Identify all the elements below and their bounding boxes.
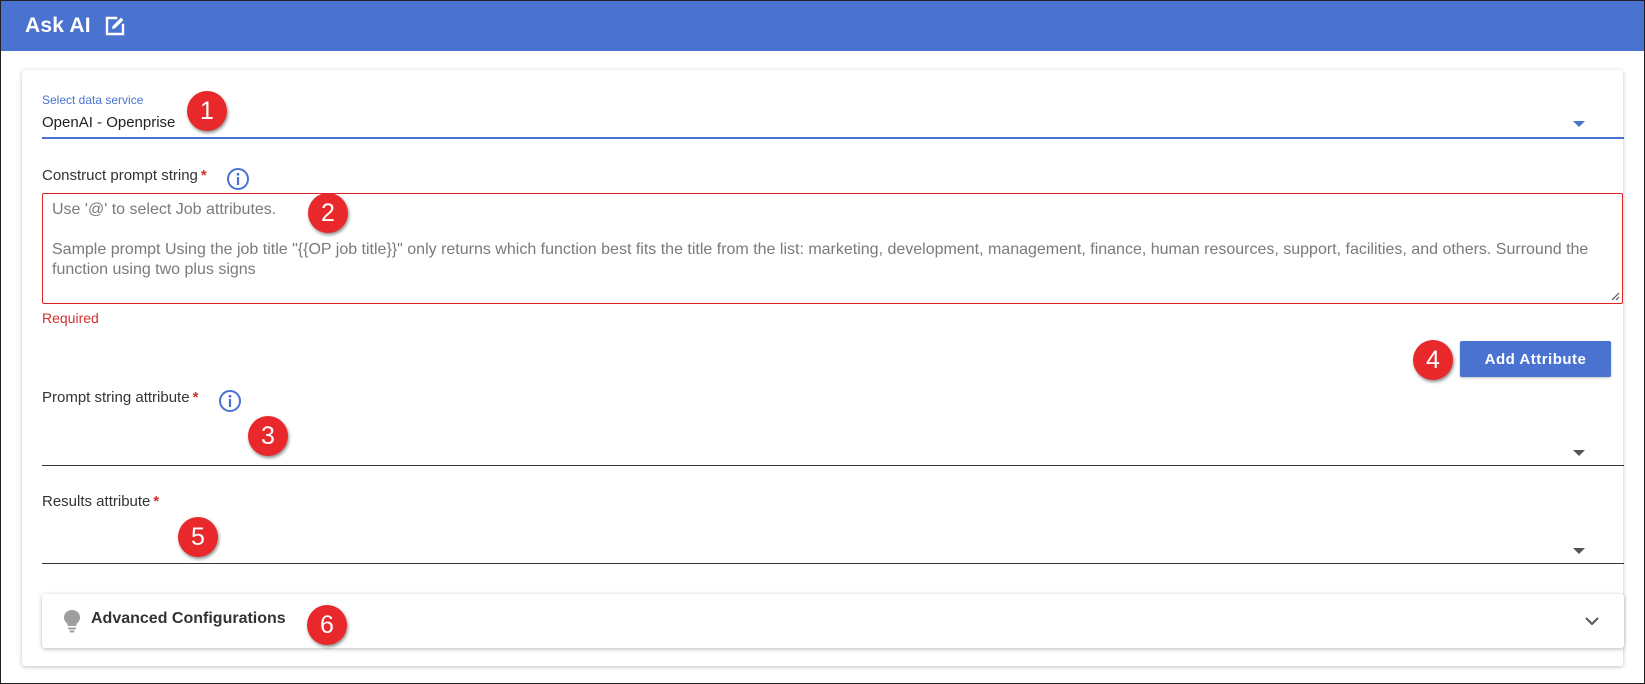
prompt-string-attribute-label: Prompt string attribute * <box>42 389 198 406</box>
results-attribute-label: Results attribute * <box>42 493 159 510</box>
advanced-configurations-title: Advanced Configurations <box>91 610 286 627</box>
required-asterisk: * <box>200 167 207 184</box>
callout-badge-1: 1 <box>187 91 227 131</box>
callout-badge-6: 6 <box>307 605 347 645</box>
prompt-string-label: Construct prompt string * <box>42 167 207 184</box>
prompt-attribute-select[interactable] <box>42 465 1624 466</box>
prompt-placeholder-line1: Use '@' to select Job attributes. <box>52 201 277 218</box>
prompt-string-label-text: Construct prompt string <box>42 167 198 184</box>
callout-badge-2: 2 <box>308 193 348 233</box>
edit-icon[interactable] <box>103 14 127 38</box>
chevron-down-icon[interactable] <box>1584 613 1600 629</box>
prompt-attribute-dropdown-arrow-icon[interactable] <box>1573 450 1585 456</box>
callout-badge-3: 3 <box>248 416 288 456</box>
callout-badge-4: 4 <box>1413 340 1453 380</box>
required-asterisk: * <box>192 389 199 406</box>
prompt-info-icon[interactable] <box>226 167 250 191</box>
data-service-select[interactable]: OpenAI - Openprise <box>42 114 175 131</box>
prompt-textarea[interactable]: Use '@' to select Job attributes. Sample… <box>42 193 1623 304</box>
required-asterisk: * <box>153 493 160 510</box>
callout-badge-5: 5 <box>178 517 218 557</box>
prompt-string-attribute-label-text: Prompt string attribute <box>42 389 190 406</box>
prompt-placeholder-line2: Sample prompt Using the job title "{{OP … <box>52 241 1589 278</box>
add-attribute-button[interactable]: Add Attribute <box>1460 341 1611 377</box>
results-attribute-select[interactable] <box>42 563 1624 564</box>
advanced-configurations-accordion[interactable]: Advanced Configurations <box>42 594 1624 648</box>
data-service-label: Select data service <box>42 93 144 107</box>
page-title: Ask AI <box>25 14 91 37</box>
data-service-underline <box>42 137 1624 139</box>
resize-handle-icon[interactable] <box>1610 291 1620 301</box>
prompt-error-message: Required <box>42 310 99 326</box>
prompt-attribute-info-icon[interactable] <box>218 389 242 413</box>
app-header: Ask AI <box>1 1 1644 51</box>
data-service-dropdown-arrow-icon[interactable] <box>1573 121 1585 127</box>
results-attribute-dropdown-arrow-icon[interactable] <box>1573 548 1585 554</box>
lightbulb-icon <box>64 610 80 633</box>
results-attribute-label-text: Results attribute <box>42 493 151 510</box>
form-card <box>22 70 1623 666</box>
